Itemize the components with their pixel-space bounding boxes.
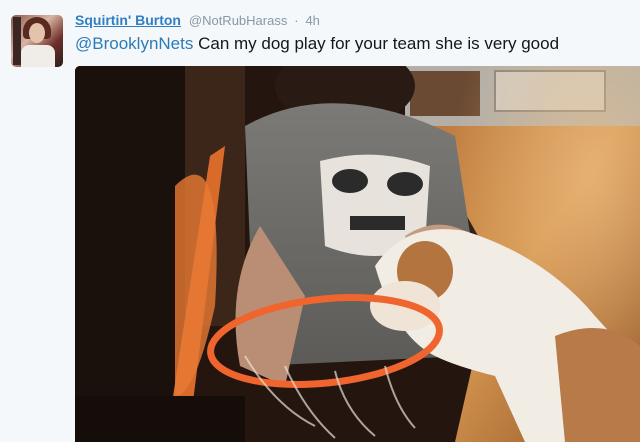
avatar-frame bbox=[13, 17, 21, 65]
tweet: Squirtin' Burton @NotRubHarass · 4h @Bro… bbox=[0, 0, 640, 442]
tweet-body: Can my dog play for your team she is ver… bbox=[193, 34, 560, 53]
user-handle[interactable]: @NotRubHarass bbox=[189, 13, 287, 28]
timestamp[interactable]: 4h bbox=[305, 13, 319, 28]
media-image bbox=[75, 66, 640, 442]
tweet-media[interactable] bbox=[75, 66, 640, 442]
tweet-text: @BrooklynNets Can my dog play for your t… bbox=[75, 34, 559, 54]
avatar-shirt bbox=[21, 45, 55, 67]
meta-separator: · bbox=[294, 13, 299, 28]
avatar-face bbox=[29, 23, 45, 43]
tweet-header: Squirtin' Burton @NotRubHarass · 4h bbox=[75, 12, 320, 28]
mention-link[interactable]: @BrooklynNets bbox=[75, 34, 193, 53]
display-name[interactable]: Squirtin' Burton bbox=[75, 12, 181, 28]
avatar[interactable] bbox=[11, 15, 63, 67]
